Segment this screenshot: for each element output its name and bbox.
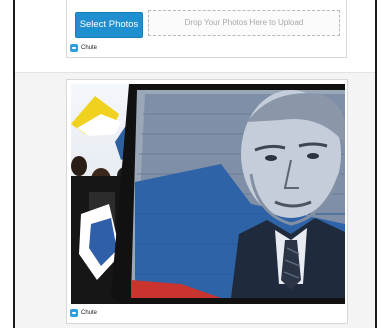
chute-brand[interactable]: Chute (70, 309, 97, 317)
photo-card: Chute (66, 79, 348, 324)
chute-brand[interactable]: Chute (70, 44, 97, 52)
chute-logo-icon (70, 44, 78, 52)
upload-widget: Select Photos Drop Your Photos Here to U… (66, 0, 347, 58)
chute-brand-label: Chute (81, 45, 98, 51)
protest-photo[interactable] (71, 84, 345, 304)
right-frame-border (375, 0, 377, 328)
chute-logo-icon (70, 309, 78, 317)
chute-brand-label: Chute (81, 310, 98, 316)
select-photos-button[interactable]: Select Photos (75, 12, 143, 38)
photo-drop-zone[interactable]: Drop Your Photos Here to Upload (148, 10, 340, 36)
